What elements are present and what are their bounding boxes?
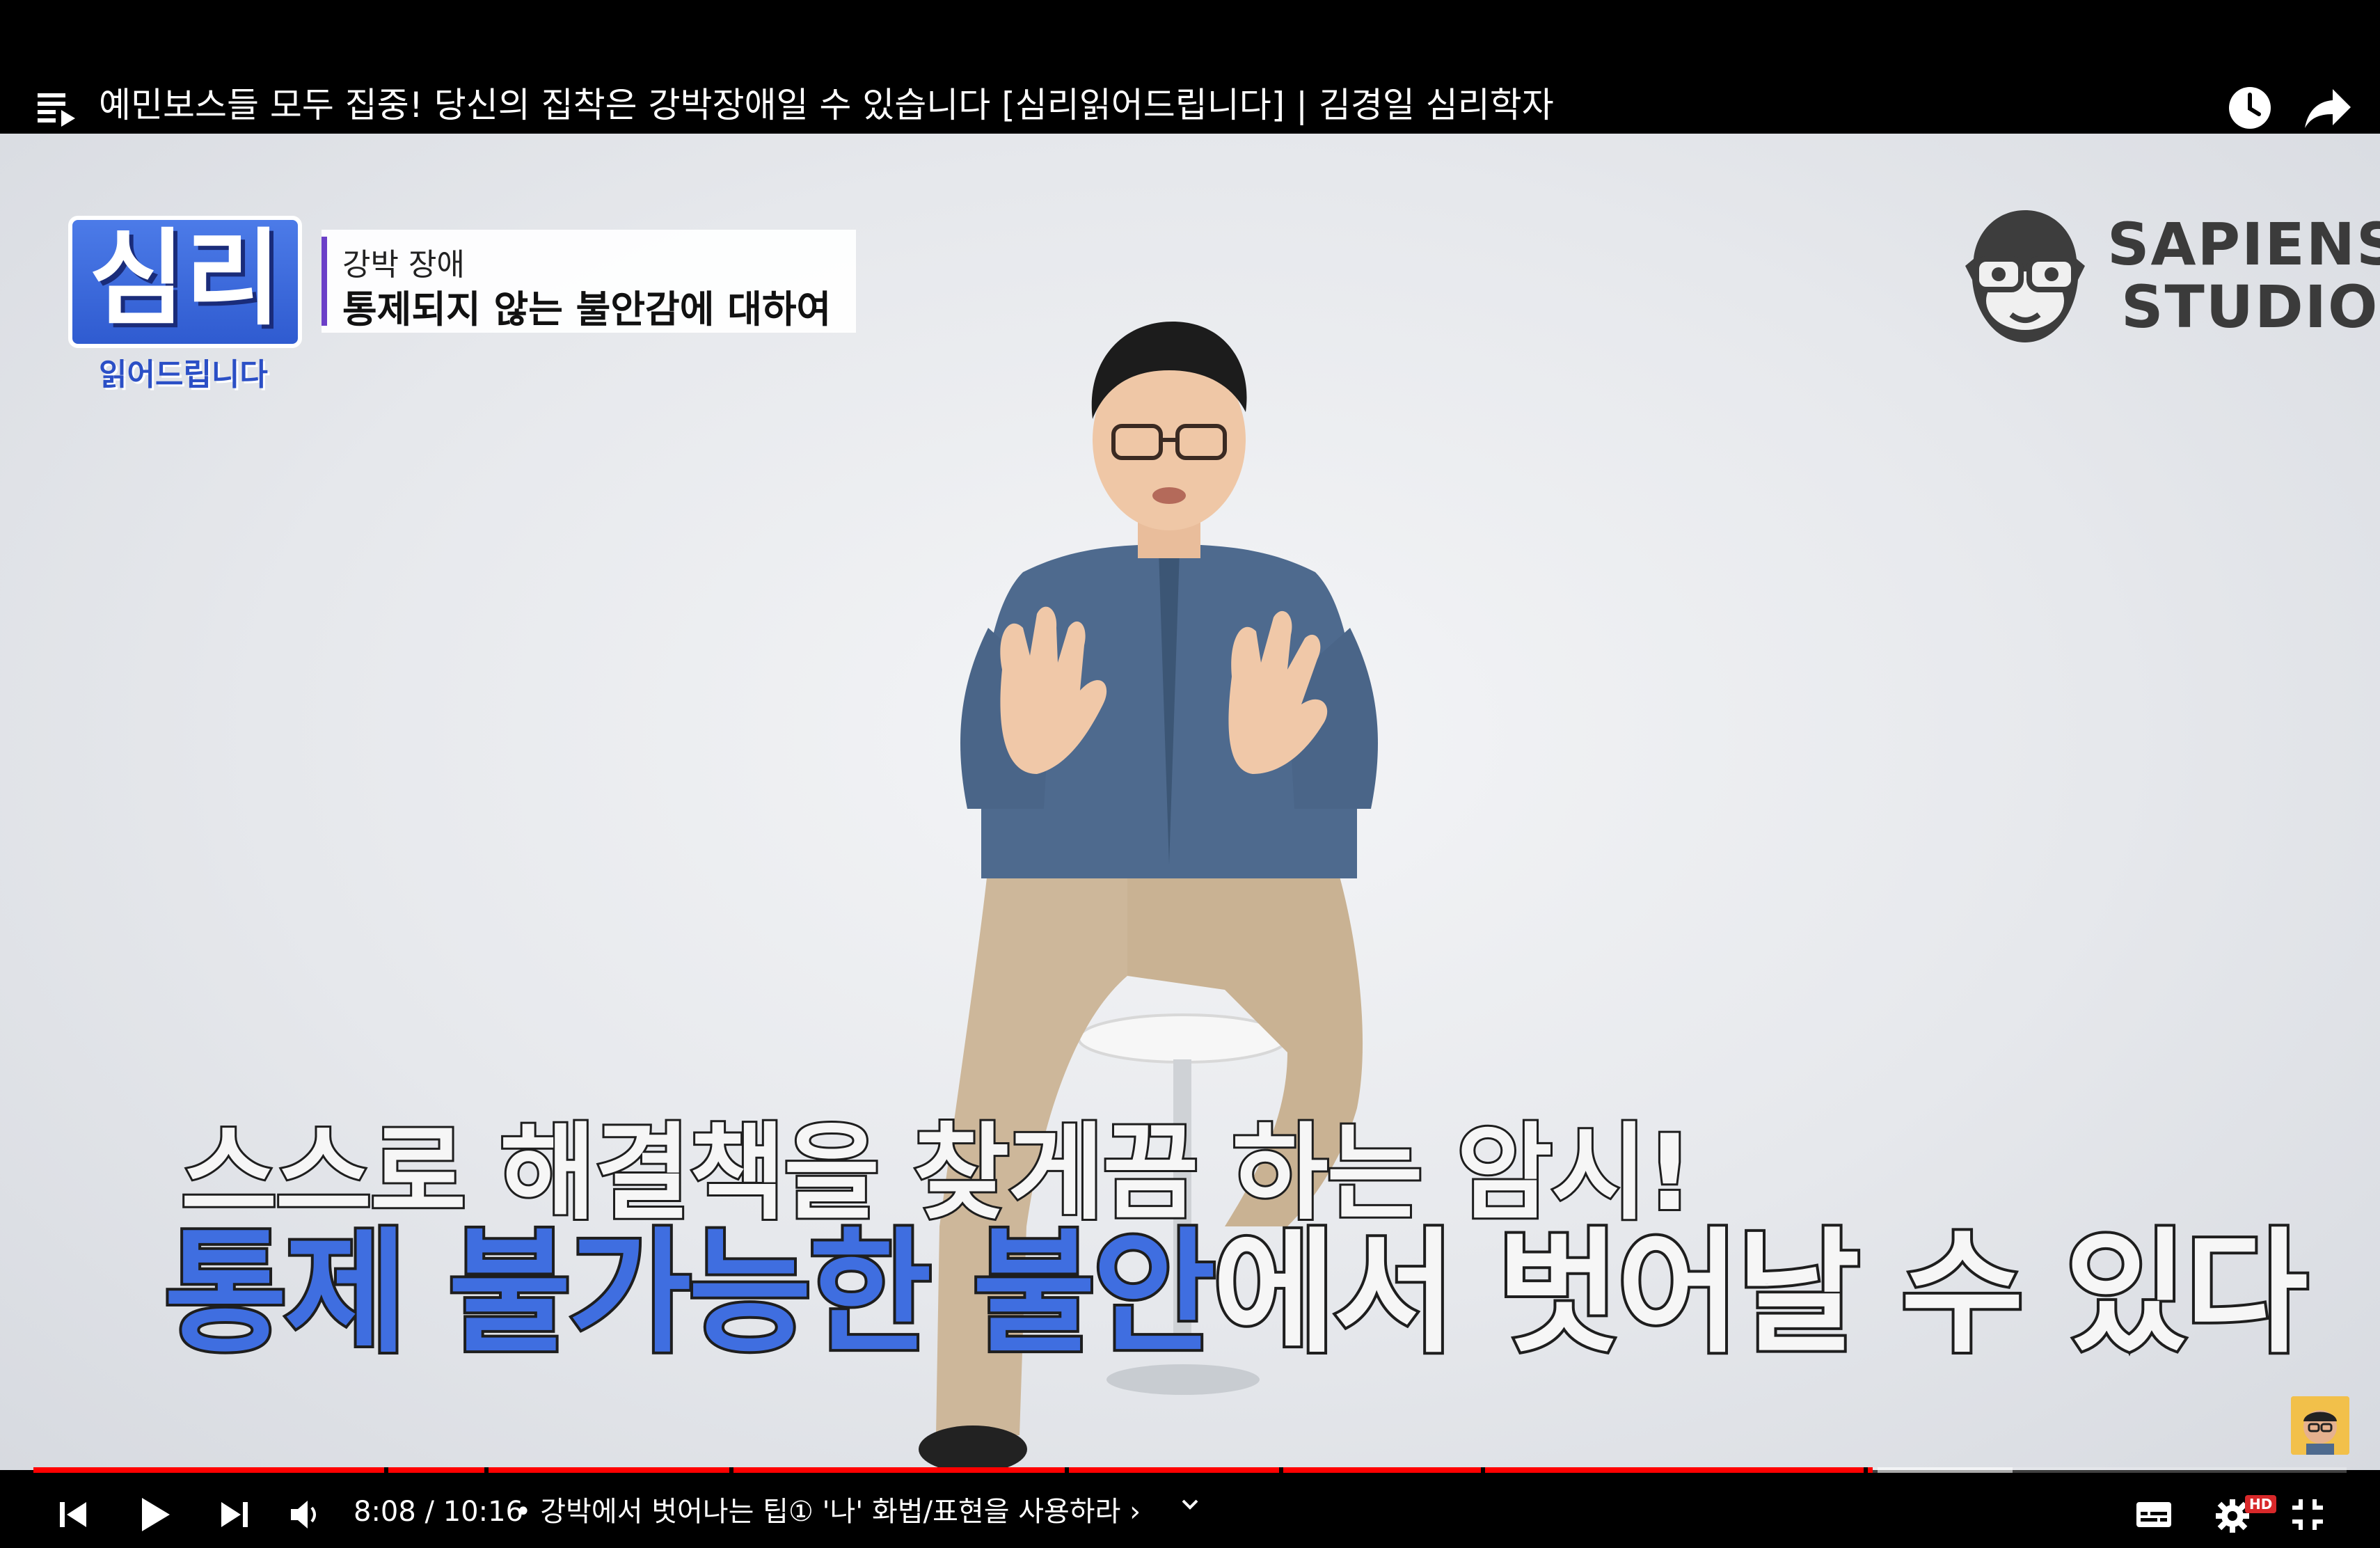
chapter-divider <box>1279 1467 1283 1473</box>
progress-buffered <box>1878 1467 2013 1473</box>
subtitles-icon[interactable] <box>2134 1495 2174 1534</box>
studio-logo: SAPIENS STUDIO <box>1955 203 2380 356</box>
progress-bar[interactable] <box>33 1467 2347 1473</box>
chapter-chevron-icon[interactable] <box>1176 1491 1204 1519</box>
channel-avatar-icon <box>2291 1396 2349 1455</box>
show-logo: 심리 읽어드립니다 <box>68 216 305 393</box>
topic-headline: 통제되지 않는 불안감에 대하여 <box>342 287 832 331</box>
play-icon[interactable] <box>136 1495 174 1534</box>
playlist-icon[interactable] <box>36 88 78 129</box>
video-frame[interactable]: 심리 읽어드립니다 강박 장애 통제되지 않는 불안감에 대하여 SAPIENS… <box>0 134 2380 1470</box>
title-bar: 예민보스들 모두 집중! 당신의 집착은 강박장애일 수 있습니다 [심리읽어드… <box>0 0 2380 134</box>
studio-name: SAPIENS STUDIO <box>2107 213 2380 338</box>
gorilla-logo-icon <box>1965 210 2085 342</box>
topic-category: 강박 장애 <box>342 247 465 283</box>
show-logo-main: 심리 <box>88 219 281 340</box>
progress-played <box>33 1467 1873 1473</box>
subtitle-highlight: 통제 불가능한 불안 <box>161 1213 1219 1374</box>
next-icon[interactable] <box>217 1495 252 1534</box>
subtitle-line-2: 통제 불가능한 불안에서 벗어날 수 있다 <box>161 1185 2311 1378</box>
chapter-divider <box>1864 1467 1868 1473</box>
watch-later-icon[interactable] <box>2227 85 2273 131</box>
chapter-divider <box>1481 1467 1485 1473</box>
video-title[interactable]: 예민보스들 모두 집중! 당신의 집착은 강박장애일 수 있습니다 [심리읽어드… <box>99 81 1554 129</box>
volume-icon[interactable] <box>288 1495 323 1534</box>
channel-watermark[interactable] <box>2291 1396 2349 1455</box>
hd-badge: HD <box>2245 1495 2277 1513</box>
studio-name-line2: STUDIO <box>2121 273 2379 341</box>
subtitle-rest: 에서 벗어날 수 있다 <box>1210 1213 2311 1374</box>
previous-icon[interactable] <box>56 1495 90 1534</box>
studio-name-line1: SAPIENS <box>2107 210 2380 278</box>
chapter-divider <box>1065 1467 1069 1473</box>
chapter-divider <box>384 1467 388 1473</box>
time-display: 8:08 / 10:16 <box>354 1496 524 1528</box>
topic-card: 강박 장애 통제되지 않는 불안감에 대하여 <box>322 230 856 333</box>
chapter-title[interactable]: • 강박에서 벗어나는 팁① '나' 화법/표현을 사용하라 › <box>515 1492 1141 1531</box>
exit-fullscreen-icon[interactable] <box>2288 1495 2327 1534</box>
chapter-divider <box>484 1467 489 1473</box>
topic-card-accent <box>322 237 327 326</box>
show-logo-sub: 읽어드립니다 <box>99 357 268 393</box>
share-icon[interactable] <box>2303 85 2354 131</box>
chapter-divider <box>729 1467 733 1473</box>
